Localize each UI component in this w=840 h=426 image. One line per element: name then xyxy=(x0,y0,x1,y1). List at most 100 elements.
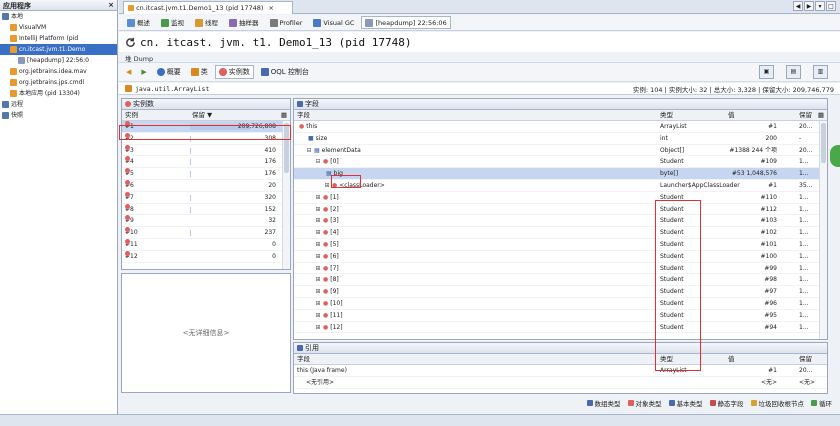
type-column[interactable]: 类型 xyxy=(660,110,673,120)
forward-button[interactable]: ▶ xyxy=(138,65,149,79)
tree-item[interactable]: 本地 xyxy=(0,11,117,22)
field-row[interactable]: ⊟ ▦ elementData Object[] #1388 244 个项 20... xyxy=(294,145,827,157)
ref-retained-column[interactable]: 保留 xyxy=(799,354,812,364)
ref-value-column[interactable]: 值 xyxy=(728,354,735,364)
field-row[interactable]: ⊞ ● [11] Student #95 1... xyxy=(294,310,827,322)
instance-row[interactable]: #5 176 xyxy=(122,168,290,180)
expand-toggle-icon[interactable]: ⊟ xyxy=(315,156,321,168)
view-mode-icon-2[interactable]: ▤ xyxy=(786,65,801,79)
field-row[interactable]: ⊞ ● [2] Student #112 1... xyxy=(294,204,827,216)
instance-row[interactable]: #11 0 xyxy=(122,238,290,251)
subtab[interactable]: 概述 xyxy=(123,16,154,29)
retained-column[interactable]: 保留 xyxy=(799,110,812,120)
field-row[interactable]: ● this ArrayList #1 20... xyxy=(294,121,827,133)
column-chooser-icon[interactable]: ▦ xyxy=(818,110,824,120)
view-mode-icon-1[interactable]: ▣ xyxy=(759,65,774,79)
expand-toggle-icon[interactable]: ⊞ xyxy=(315,322,321,334)
field-row[interactable]: ⊞ ● [1] Student #110 1... xyxy=(294,192,827,204)
expand-toggle-icon[interactable]: ⊟ xyxy=(306,145,312,157)
field-row[interactable]: ■ size int 200 - xyxy=(294,133,827,145)
expand-toggle-icon[interactable]: ⊞ xyxy=(315,274,321,286)
view-mode-icon-3[interactable]: ▥ xyxy=(813,65,828,79)
tab-demo1-13[interactable]: cn.itcast.jvm.t1.Demo1_13 (pid 17748) × xyxy=(123,1,293,14)
instance-row[interactable]: #9 32 xyxy=(122,215,290,228)
tree-item[interactable]: 远程 xyxy=(0,99,117,110)
retained-bar xyxy=(190,171,191,178)
instance-icon xyxy=(125,191,130,197)
expand-toggle-icon[interactable]: ⊞ xyxy=(315,239,321,251)
expand-toggle-icon[interactable]: ⊞ xyxy=(315,263,321,275)
instance-column[interactable]: 实例 xyxy=(125,110,138,120)
subtab[interactable]: 监视 xyxy=(157,16,188,29)
expand-toggle-icon[interactable]: ⊞ xyxy=(315,298,321,310)
subtab[interactable]: Visual GC xyxy=(309,16,358,29)
maximize-icon[interactable]: □ xyxy=(826,1,836,11)
subtab[interactable]: Profiler xyxy=(266,16,307,29)
instance-name: #12 xyxy=(125,250,138,263)
instances-scrollbar[interactable] xyxy=(282,121,290,269)
classes-button[interactable]: 类 xyxy=(188,65,211,79)
tree-item[interactable]: VisualVM xyxy=(0,22,117,33)
instance-row[interactable]: #8 152 xyxy=(122,203,290,216)
reference-row[interactable]: this (Java frame) ArrayList #1 20... xyxy=(294,365,827,377)
legend-bar: 数组类型 对象类型 基本类型 静态字段 垃圾回收根节点 循环 xyxy=(119,396,840,410)
expand-toggle-icon[interactable]: ⊞ xyxy=(315,192,321,204)
oql-console-button[interactable]: OQL 控制台 xyxy=(258,65,312,79)
tab-close-icon[interactable]: × xyxy=(269,4,274,12)
field-row[interactable]: ⊞ ● [9] Student #97 1... xyxy=(294,286,827,298)
column-chooser-icon[interactable]: ▦ xyxy=(281,110,287,120)
expand-toggle-icon[interactable]: ⊞ xyxy=(324,180,330,192)
instance-row[interactable]: #10 237 xyxy=(122,227,290,239)
value-column[interactable]: 值 xyxy=(728,110,735,120)
legend-item: 静态字段 xyxy=(709,398,744,408)
refresh-icon[interactable] xyxy=(125,37,136,48)
back-button[interactable]: ◀ xyxy=(123,65,134,79)
tree-item[interactable]: 本地应用 (pid 13304) xyxy=(0,88,117,99)
expand-toggle-icon[interactable]: ⊞ xyxy=(315,227,321,239)
tree-item[interactable]: 快照 xyxy=(0,110,117,121)
field-row[interactable]: ⊞ ● [5] Student #101 1... xyxy=(294,239,827,251)
summary-button[interactable]: 概要 xyxy=(154,65,184,79)
field-row[interactable]: ▦ big byte[] #53 1,048,576 1... xyxy=(294,168,827,180)
ref-field-column[interactable]: 字段 xyxy=(297,354,310,364)
reference-row[interactable]: <无引用> <无> <无> xyxy=(294,377,827,389)
field-row[interactable]: ⊞ ● [10] Student #96 1... xyxy=(294,298,827,310)
expand-toggle-icon[interactable]: ⊞ xyxy=(315,310,321,322)
instance-row[interactable]: #7 320 xyxy=(122,191,290,204)
field-row[interactable]: ⊞ ● [4] Student #102 1... xyxy=(294,227,827,239)
field-row[interactable]: ⊞ ● <classLoader> Launcher$AppClassLoader #1… xyxy=(294,180,827,192)
close-icon[interactable]: × xyxy=(108,1,114,9)
field-row[interactable]: ⊞ ● [7] Student #99 1... xyxy=(294,263,827,275)
tree-item[interactable]: IntelliJ Platform (pid xyxy=(0,33,117,44)
instance-row[interactable]: #6 20 xyxy=(122,179,290,192)
expand-toggle-icon[interactable]: ⊞ xyxy=(315,251,321,263)
expand-toggle-icon[interactable]: ⊞ xyxy=(315,204,321,216)
instances-button[interactable]: 实例数 xyxy=(214,65,254,79)
expand-toggle-icon[interactable]: ⊞ xyxy=(315,215,321,227)
field-row[interactable]: ⊟ ● [0] Student #109 1... xyxy=(294,156,827,169)
subtab[interactable]: 抽样器 xyxy=(225,16,263,29)
expand-toggle-icon[interactable]: ⊞ xyxy=(315,286,321,298)
tree-item[interactable]: cn.itcast.jvm.t1.Demo xyxy=(0,44,117,55)
subtab[interactable]: [heapdump] 22:56:06 xyxy=(361,16,451,29)
tree-item[interactable]: org.jetbrains.jps.cmdl xyxy=(0,77,117,88)
tree-item[interactable]: [heapdump] 22:56:0 xyxy=(0,55,117,66)
tab-scroll-left-icon[interactable]: ◀ xyxy=(793,1,803,11)
instance-row[interactable]: #4 176 xyxy=(122,156,290,169)
field-row[interactable]: ⊞ ● [8] Student #98 1... xyxy=(294,274,827,287)
field-row[interactable]: ⊞ ● [3] Student #103 1... xyxy=(294,215,827,228)
tab-scroll-right-icon[interactable]: ▶ xyxy=(804,1,814,11)
field-row[interactable]: ⊞ ● [12] Student #94 1... xyxy=(294,322,827,334)
fields-scrollbar[interactable] xyxy=(819,121,827,339)
field-name: [2] xyxy=(330,205,339,213)
tab-list-icon[interactable]: ▾ xyxy=(815,1,825,11)
tree-item[interactable]: org.jetbrains.idea.mav xyxy=(0,66,117,77)
retained-column[interactable]: 保留 ▼ xyxy=(192,110,212,120)
side-add-button[interactable] xyxy=(830,145,840,167)
subtab[interactable]: 线程 xyxy=(191,16,222,29)
field-row[interactable]: ⊞ ● [6] Student #100 1... xyxy=(294,251,827,263)
instance-row[interactable]: #3 410 xyxy=(122,144,290,157)
instance-row[interactable]: #12 0 xyxy=(122,250,290,263)
view-subtabs: 概述 监视 线程 抽样器 Profiler Visual GC [heapdump] 22:… xyxy=(119,15,840,31)
field-column[interactable]: 字段 xyxy=(297,110,310,120)
